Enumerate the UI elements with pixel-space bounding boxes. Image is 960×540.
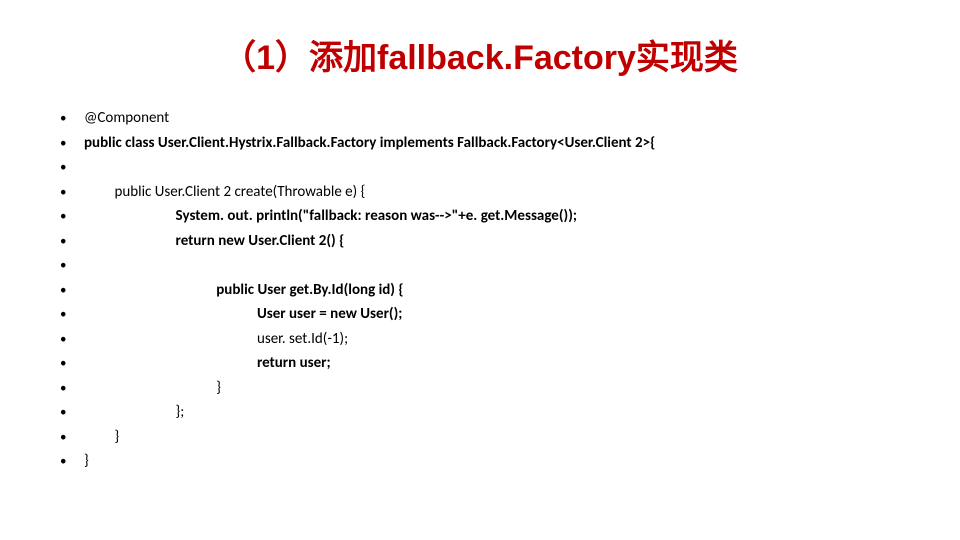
code-line: • public User get.By.Id(long id) { — [60, 279, 920, 302]
code-line: • — [60, 156, 920, 179]
code-text: public class User.Client.Hystrix.Fallbac… — [84, 132, 655, 155]
bullet-icon: • — [60, 181, 84, 203]
code-text: } — [84, 426, 119, 449]
bullet-icon: • — [60, 107, 84, 129]
code-line: • } — [60, 377, 920, 400]
bullet-icon: • — [60, 156, 84, 178]
code-text: user. set.Id(-1); — [84, 328, 348, 351]
bullet-icon: • — [60, 279, 84, 301]
code-text: System. out. println("fallback: reason w… — [84, 205, 577, 228]
code-line: • }; — [60, 401, 920, 424]
code-line: • return new User.Client 2() { — [60, 230, 920, 253]
bullet-icon: • — [60, 450, 84, 472]
code-line: • } — [60, 426, 920, 449]
code-text — [84, 254, 87, 277]
code-text: User user = new User(); — [84, 303, 402, 326]
code-text — [84, 156, 87, 179]
slide-container: （1）添加fallback.Factory实现类 • @Component • … — [0, 0, 960, 540]
slide-title: （1）添加fallback.Factory实现类 — [40, 30, 920, 79]
code-line: • User user = new User(); — [60, 303, 920, 326]
bullet-icon: • — [60, 254, 84, 276]
code-line: • — [60, 254, 920, 277]
bullet-icon: • — [60, 426, 84, 448]
code-line: • public User.Client 2 create(Throwable … — [60, 181, 920, 204]
code-line: • public class User.Client.Hystrix.Fallb… — [60, 132, 920, 155]
code-text: } — [84, 450, 89, 473]
code-text: @Component — [84, 107, 169, 130]
code-line: • @Component — [60, 107, 920, 130]
bullet-icon: • — [60, 132, 84, 154]
code-text: public User get.By.Id(long id) { — [84, 279, 404, 302]
code-content: • @Component • public class User.Client.… — [40, 107, 920, 473]
code-line: • user. set.Id(-1); — [60, 328, 920, 351]
code-text: }; — [84, 401, 184, 424]
bullet-icon: • — [60, 303, 84, 325]
code-line: • System. out. println("fallback: reason… — [60, 205, 920, 228]
bullet-icon: • — [60, 328, 84, 350]
bullet-icon: • — [60, 205, 84, 227]
bullet-icon: • — [60, 352, 84, 374]
bullet-icon: • — [60, 401, 84, 423]
code-line: • return user; — [60, 352, 920, 375]
bullet-icon: • — [60, 377, 84, 399]
code-text: public User.Client 2 create(Throwable e)… — [84, 181, 365, 204]
bullet-icon: • — [60, 230, 84, 252]
code-text: return new User.Client 2() { — [84, 230, 344, 253]
code-text: } — [84, 377, 221, 400]
code-line: • } — [60, 450, 920, 473]
code-text: return user; — [84, 352, 331, 375]
